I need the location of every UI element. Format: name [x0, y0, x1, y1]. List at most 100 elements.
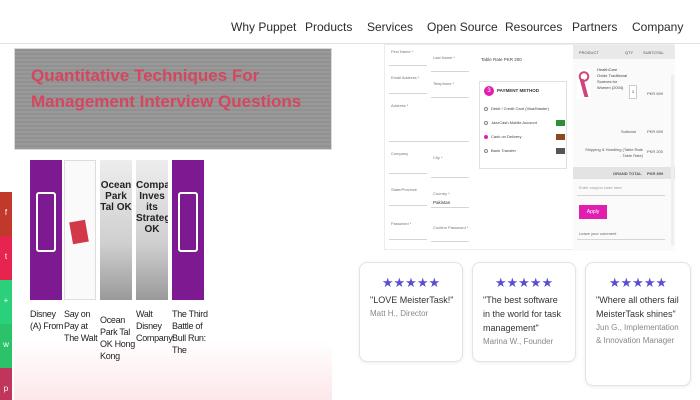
nav-open-source[interactable]: Open Source	[427, 20, 498, 34]
apply-coupon-button[interactable]: Apply	[579, 205, 607, 219]
company-label: Company	[391, 151, 409, 156]
pinterest-icon: p	[3, 384, 9, 393]
grand-total-label: GRAND TOTAL	[613, 171, 642, 176]
comment-field[interactable]	[577, 239, 665, 240]
star-rating-icon: ★★★★★	[381, 275, 441, 290]
book-label-bull-run[interactable]: The Third Battle of Bull Run: The	[172, 308, 210, 356]
option-label: Bank Transfer	[491, 148, 516, 153]
address-field[interactable]	[389, 141, 469, 142]
radio-icon	[484, 106, 488, 111]
facebook-share-button[interactable]: f	[0, 192, 12, 236]
coupon-input[interactable]: Enter coupon code here	[579, 185, 622, 190]
payment-title: PAYMENT METHOD	[497, 88, 540, 93]
whatsapp-share-button[interactable]: w	[0, 324, 12, 368]
confirm-password-field[interactable]	[431, 241, 469, 242]
book-label-ocean-park[interactable]: Ocean Park Tal OK Hong Kong	[100, 314, 138, 362]
email-field[interactable]	[389, 93, 427, 94]
subtotal-label: Subtotal	[621, 129, 636, 134]
quantity-stepper[interactable]: 1	[629, 85, 637, 99]
col-product: PRODUCT	[579, 50, 599, 55]
step-number: 3	[484, 86, 494, 96]
top-navigation: Why Puppet Products Services Open Source…	[0, 0, 700, 44]
cash-icon	[556, 134, 565, 140]
article-banner: Quantitative Techniques For Management I…	[14, 48, 332, 150]
payment-option-bank[interactable]: Bank Transfer	[484, 148, 516, 153]
shipping-label: Shipping & Handling (Table Rate - Table …	[585, 147, 643, 158]
city-label: City *	[433, 155, 443, 160]
shipping-form: First Name * Last Name * Email Address *…	[385, 45, 475, 251]
whatsapp-icon: w	[3, 340, 9, 349]
testimonial-quote: "The best software in the world for task…	[483, 295, 562, 333]
nav-why-puppet[interactable]: Why Puppet	[231, 20, 296, 34]
company-field[interactable]	[389, 173, 427, 174]
star-rating-icon: ★★★★★	[494, 275, 554, 290]
confirm-password-label: Confirm Password *	[433, 225, 469, 230]
book-illustration	[178, 192, 198, 252]
order-summary: PRODUCT QTY SUBTOTAL HealthCare Oxide Tr…	[573, 45, 675, 251]
radio-icon	[484, 148, 488, 153]
nav-company[interactable]: Company	[632, 20, 683, 34]
nav-services[interactable]: Services	[367, 20, 413, 34]
option-label: JazzCash Mobile Account	[491, 120, 537, 125]
state-label: State/Province	[391, 187, 418, 192]
twitter-share-button[interactable]: t	[0, 236, 12, 280]
grand-total-row: GRAND TOTAL PKR 899	[573, 167, 675, 179]
first-name-field[interactable]	[389, 65, 427, 66]
radio-selected-icon	[484, 134, 488, 139]
city-field[interactable]	[431, 177, 469, 178]
state-field[interactable]	[389, 205, 427, 206]
password-label: Password *	[391, 221, 412, 226]
jazzcash-icon	[556, 120, 565, 126]
country-value[interactable]: Pakistan	[433, 200, 450, 205]
testimonial-card: ★★★★★ "Where all others fail MeisterTask…	[585, 262, 691, 386]
book-label-walt-disney[interactable]: Walt Disney Company:	[136, 308, 175, 344]
book-cover-disney[interactable]	[30, 160, 62, 300]
share-icon: +	[3, 296, 9, 305]
pinterest-share-button[interactable]: p	[0, 368, 12, 400]
email-label: Email Address *	[391, 75, 420, 80]
last-name-field[interactable]	[431, 71, 469, 72]
subtotal-value: PKR 699	[647, 129, 664, 134]
book-label-say-on-pay[interactable]: Say on Pay at The Walt	[64, 308, 102, 344]
testimonial-card: ★★★★★ "LOVE MeisterTask!" Matt H., Direc…	[359, 262, 463, 362]
testimonial-card: ★★★★★ "The best software in the world fo…	[472, 262, 576, 362]
payment-option-cod[interactable]: Cash on Delivery	[484, 134, 521, 139]
country-field[interactable]	[431, 207, 469, 208]
telephone-label: Telephone *	[433, 81, 455, 86]
book-cover-ocean-park[interactable]: Ocean Park Tal OK	[100, 160, 132, 300]
testimonial-quote: "LOVE MeisterTask!"	[370, 295, 454, 305]
payment-option-card[interactable]: Debit / Credit Card (Visa/Master)	[484, 106, 549, 111]
table-rate-text: Table Rate PKR 200	[481, 57, 522, 62]
payment-method-panel: Table Rate PKR 200 3 PAYMENT METHOD Debi…	[477, 45, 573, 251]
testimonial-author: Marina W., Founder	[483, 337, 554, 346]
nav-partners[interactable]: Partners	[572, 20, 617, 34]
coupon-underline	[577, 195, 665, 196]
banner-title: Quantitative Techniques For Management I…	[31, 66, 302, 111]
nav-resources[interactable]: Resources	[505, 20, 562, 34]
comment-label: Leave your comment	[579, 231, 617, 236]
option-label: Debit / Credit Card (Visa/Master)	[491, 106, 549, 111]
testimonial-quote: "Where all others fail MeisterTask shine…	[596, 295, 679, 319]
payment-option-jazzcash[interactable]: JazzCash Mobile Account	[484, 120, 537, 125]
last-name-label: Last Name *	[433, 55, 456, 60]
left-column: Quantitative Techniques For Management I…	[0, 44, 348, 400]
password-field[interactable]	[389, 239, 427, 240]
book-label-disney[interactable]: Disney (A) From	[30, 308, 68, 332]
address-label: Address *	[391, 103, 409, 108]
book-cover-bull-run[interactable]	[172, 160, 204, 300]
book-cover-walt-disney[interactable]: Company Inves its Strategy OK	[136, 160, 168, 300]
scrollbar[interactable]	[671, 75, 674, 245]
telephone-field[interactable]	[431, 97, 469, 98]
option-label: Cash on Delivery	[491, 134, 522, 139]
grand-total-value: PKR 899	[647, 171, 664, 176]
book-illustration	[69, 219, 89, 245]
book-spine-text: Company Inves its Strategy OK	[136, 180, 168, 235]
book-cover-say-on-pay[interactable]	[64, 160, 96, 300]
testimonial-author: Jun G., Implementation & Innovation Mana…	[596, 323, 679, 345]
nav-products[interactable]: Products	[305, 20, 352, 34]
payment-box: 3 PAYMENT METHOD Debit / Credit Card (Vi…	[479, 81, 567, 169]
radio-icon	[484, 120, 488, 125]
book-illustration	[36, 192, 56, 252]
facebook-icon: f	[4, 208, 8, 217]
share-button[interactable]: +	[0, 280, 12, 324]
